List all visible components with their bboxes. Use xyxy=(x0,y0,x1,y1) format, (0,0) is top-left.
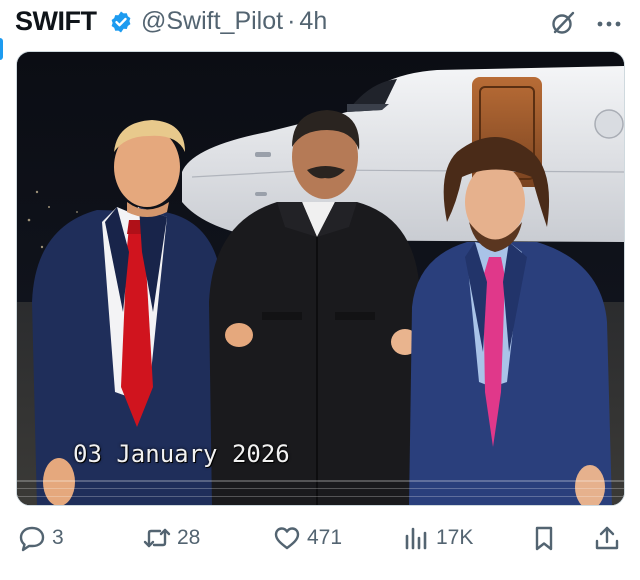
bookmark-button[interactable] xyxy=(530,520,558,556)
heart-icon xyxy=(274,527,300,550)
repost-icon xyxy=(143,528,171,548)
separator-dot: · xyxy=(287,7,296,35)
views-icon xyxy=(405,527,427,550)
author-name[interactable]: SWIFT xyxy=(15,6,97,37)
post-image[interactable]: 03 January 2026 xyxy=(16,51,625,506)
reply-count: 3 xyxy=(52,526,64,549)
share-button[interactable] xyxy=(593,520,621,556)
grok-icon[interactable] xyxy=(550,10,576,36)
date-stamp: 03 January 2026 xyxy=(73,440,290,468)
verified-badge-icon xyxy=(111,11,131,33)
views-count: 17K xyxy=(436,526,474,549)
bookmark-icon xyxy=(535,526,553,551)
share-icon xyxy=(595,526,619,550)
reply-button[interactable]: 3 xyxy=(18,520,64,556)
like-count: 471 xyxy=(307,526,343,549)
photo-illustration xyxy=(17,52,624,505)
reply-icon xyxy=(19,526,45,552)
post-header: SWIFT @Swift_Pilot · 4h xyxy=(0,0,640,60)
author-handle[interactable]: @Swift_Pilot xyxy=(141,7,283,35)
more-icon[interactable] xyxy=(594,14,624,34)
post-time[interactable]: 4h xyxy=(299,7,327,35)
repost-button[interactable]: 28 xyxy=(143,520,200,556)
like-button[interactable]: 471 xyxy=(273,520,342,556)
action-bar: 3 28 471 17K xyxy=(0,520,640,560)
avatar-edge[interactable] xyxy=(0,38,3,60)
repost-count: 28 xyxy=(177,526,201,549)
author-handle-line[interactable]: @Swift_Pilot · 4h xyxy=(141,7,327,36)
views-button[interactable]: 17K xyxy=(402,520,473,556)
